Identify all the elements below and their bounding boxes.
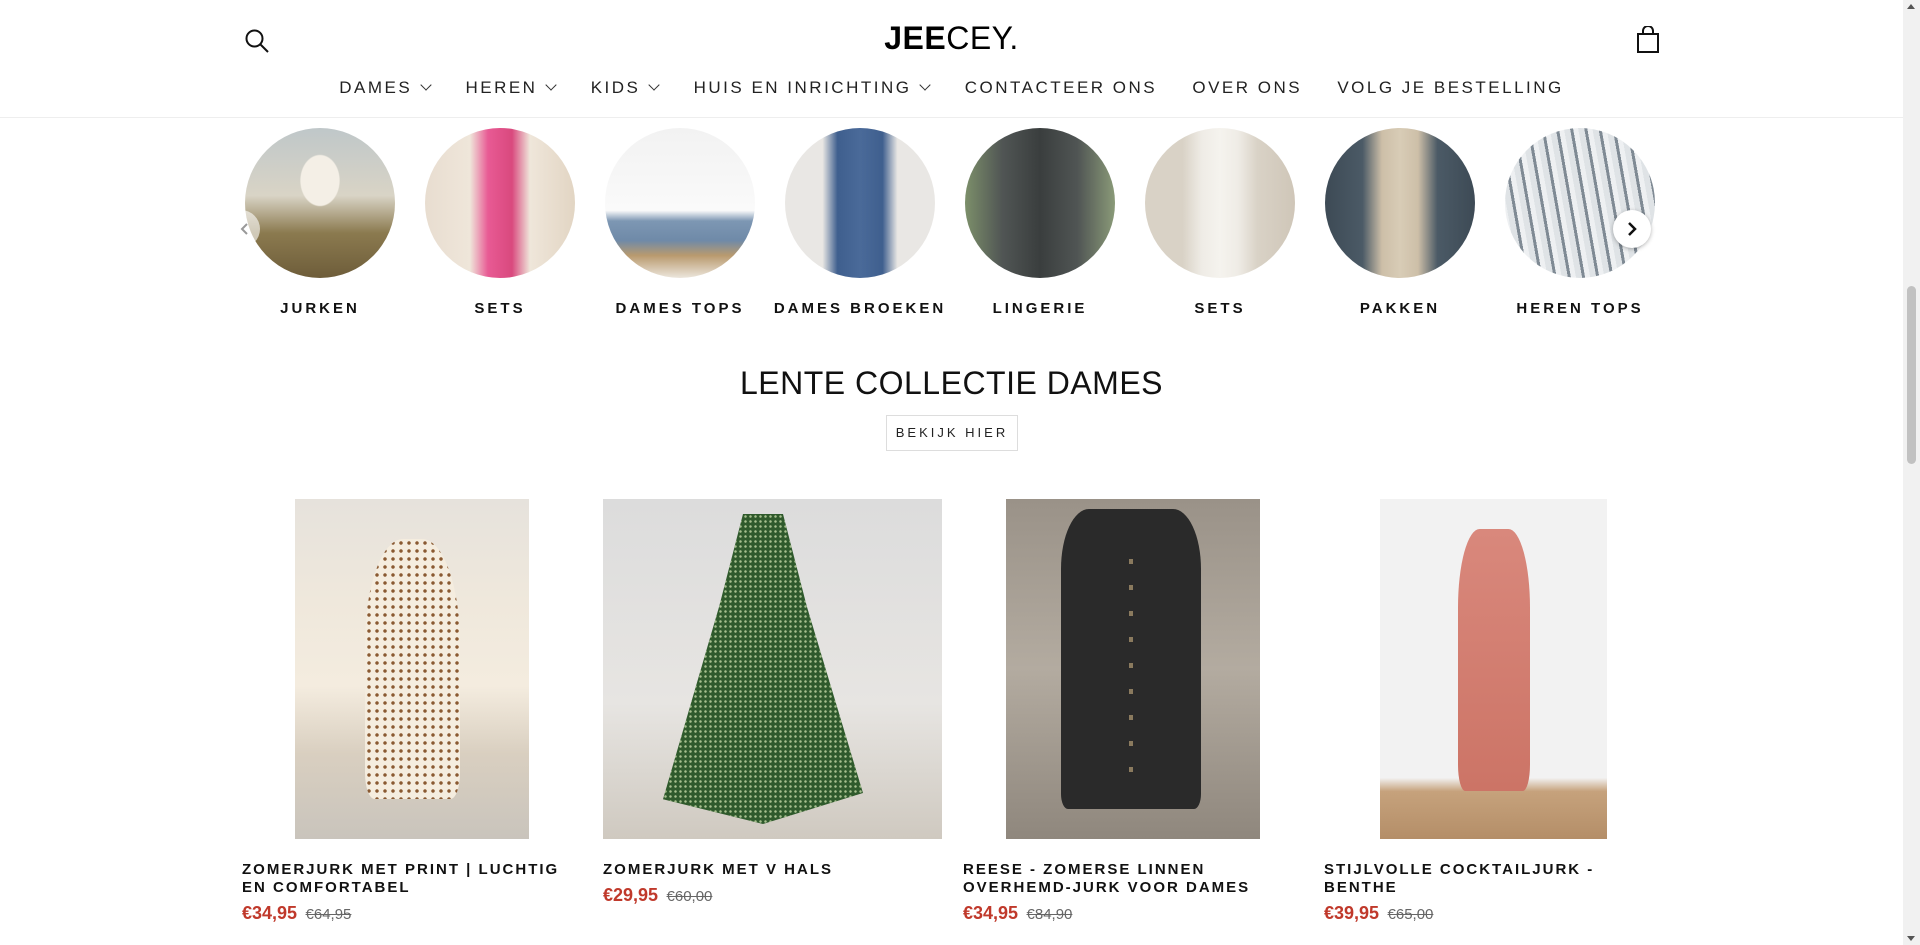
product-price-row: €34,95 €64,95 [242, 903, 582, 924]
logo-light-part: CEY. [946, 20, 1019, 56]
nav-item-kids[interactable]: KIDS [590, 78, 661, 98]
site-logo[interactable]: JEECEY. [0, 20, 1903, 57]
category-image [1325, 128, 1475, 278]
category-item-sets[interactable]: SETS [410, 128, 590, 318]
product-card[interactable]: REESE - ZOMERSE LINNEN OVERHEMD-JURK VOO… [963, 499, 1303, 924]
product-title[interactable]: STIJLVOLLE COCKTAILJURK - BENTHE [1324, 861, 1664, 897]
product-card[interactable]: ZOMERJURK MET PRINT | LUCHTIG EN COMFORT… [242, 499, 582, 924]
category-label: DAMES TOPS [615, 300, 745, 317]
compare-price: €60,00 [666, 888, 713, 905]
category-label: DAMES BROEKEN [773, 300, 947, 317]
chevron-left-icon [240, 223, 248, 235]
category-image [1505, 128, 1655, 278]
compare-price: €84,90 [1026, 906, 1073, 923]
sale-price: €34,95 [963, 903, 1019, 923]
product-image [603, 499, 943, 839]
category-image [425, 128, 575, 278]
nav-item-label: DAMES [339, 78, 413, 97]
nav-item-label: KIDS [590, 78, 641, 97]
product-card[interactable]: STIJLVOLLE COCKTAILJURK - BENTHE €39,95 … [1324, 499, 1664, 924]
nav-item-huis-en-inrichting[interactable]: HUIS EN INRICHTING [693, 78, 932, 98]
nav-item-heren[interactable]: HEREN [465, 78, 558, 98]
chevron-down-icon [919, 79, 932, 91]
product-title[interactable]: ZOMERJURK MET PRINT | LUCHTIG EN COMFORT… [242, 861, 582, 897]
category-image [1145, 128, 1295, 278]
nav-item-over-ons[interactable]: OVER ONS [1192, 78, 1302, 98]
category-item-sets-men[interactable]: SETS [1130, 128, 1310, 318]
product-card[interactable]: ZOMERJURK MET V HALS €29,95 €60,00 [603, 499, 943, 906]
category-item-dames-broeken[interactable]: DAMES BROEKEN [770, 128, 950, 318]
category-label: SETS [1194, 300, 1246, 317]
nav-item-label: VOLG JE BESTELLING [1337, 78, 1564, 97]
page-scrollbar[interactable] [1903, 0, 1920, 945]
category-label: JURKEN [280, 300, 360, 317]
product-price-row: €39,95 €65,00 [1324, 903, 1664, 924]
scroll-up-arrow-icon[interactable] [1907, 4, 1915, 9]
chevron-down-icon [545, 79, 558, 91]
collection-title: LENTE COLLECTIE DAMES [739, 365, 1164, 401]
chevron-right-icon [1628, 222, 1637, 236]
cart-button[interactable] [1636, 25, 1660, 54]
nav-item-label: HEREN [465, 78, 538, 97]
category-item-pakken[interactable]: PAKKEN [1310, 128, 1490, 318]
nav-item-label: CONTACTEER ONS [964, 78, 1158, 97]
category-image [965, 128, 1115, 278]
sale-price: €39,95 [1324, 903, 1380, 923]
sale-price: €29,95 [603, 885, 659, 905]
product-image [1324, 499, 1664, 839]
product-image [963, 499, 1303, 839]
view-collection-button[interactable]: BEKIJK HIER [886, 415, 1018, 451]
category-label: SETS [474, 300, 526, 317]
compare-price: €65,00 [1387, 906, 1434, 923]
category-label: HEREN TOPS [1516, 300, 1644, 317]
chevron-down-icon [648, 79, 661, 91]
nav-item-dames[interactable]: DAMES [339, 78, 432, 98]
sale-price: €34,95 [242, 903, 298, 923]
main-navigation: DAMES HEREN KIDS HUIS EN INRICHTING CONT… [0, 78, 1903, 98]
product-price-row: €29,95 €60,00 [603, 885, 943, 906]
product-price-row: €34,95 €84,90 [963, 903, 1303, 924]
product-image [242, 499, 582, 839]
nav-item-volg-je-bestelling[interactable]: VOLG JE BESTELLING [1337, 78, 1563, 98]
logo-bold-part: JEE [884, 20, 947, 56]
category-item-lingerie[interactable]: LINGERIE [950, 128, 1130, 318]
nav-item-contacteer-ons[interactable]: CONTACTEER ONS [965, 78, 1157, 98]
product-title[interactable]: REESE - ZOMERSE LINNEN OVERHEMD-JURK VOO… [963, 861, 1303, 897]
chevron-down-icon [420, 79, 432, 91]
category-image [785, 128, 935, 278]
category-label: LINGERIE [992, 300, 1088, 317]
product-title[interactable]: ZOMERJURK MET V HALS [603, 861, 943, 879]
scrollbar-thumb[interactable] [1907, 286, 1916, 464]
compare-price: €64,95 [305, 906, 352, 923]
carousel-next-button[interactable] [1613, 210, 1651, 248]
site-header: JEECEY. DAMES HEREN KIDS HUIS EN INRICHT… [0, 0, 1903, 118]
category-carousel: JURKEN SETS DAMES TOPS DAMES BROEKEN LIN… [230, 128, 1655, 338]
category-label: PAKKEN [1359, 300, 1441, 317]
category-image [245, 128, 395, 278]
scroll-down-arrow-icon[interactable] [1907, 936, 1915, 941]
nav-item-label: OVER ONS [1192, 78, 1303, 97]
category-item-dames-tops[interactable]: DAMES TOPS [590, 128, 770, 318]
page: JEECEY. DAMES HEREN KIDS HUIS EN INRICHT… [0, 0, 1903, 945]
category-image [605, 128, 755, 278]
shopping-bag-icon [1637, 25, 1659, 53]
nav-item-label: HUIS EN INRICHTING [693, 78, 912, 97]
